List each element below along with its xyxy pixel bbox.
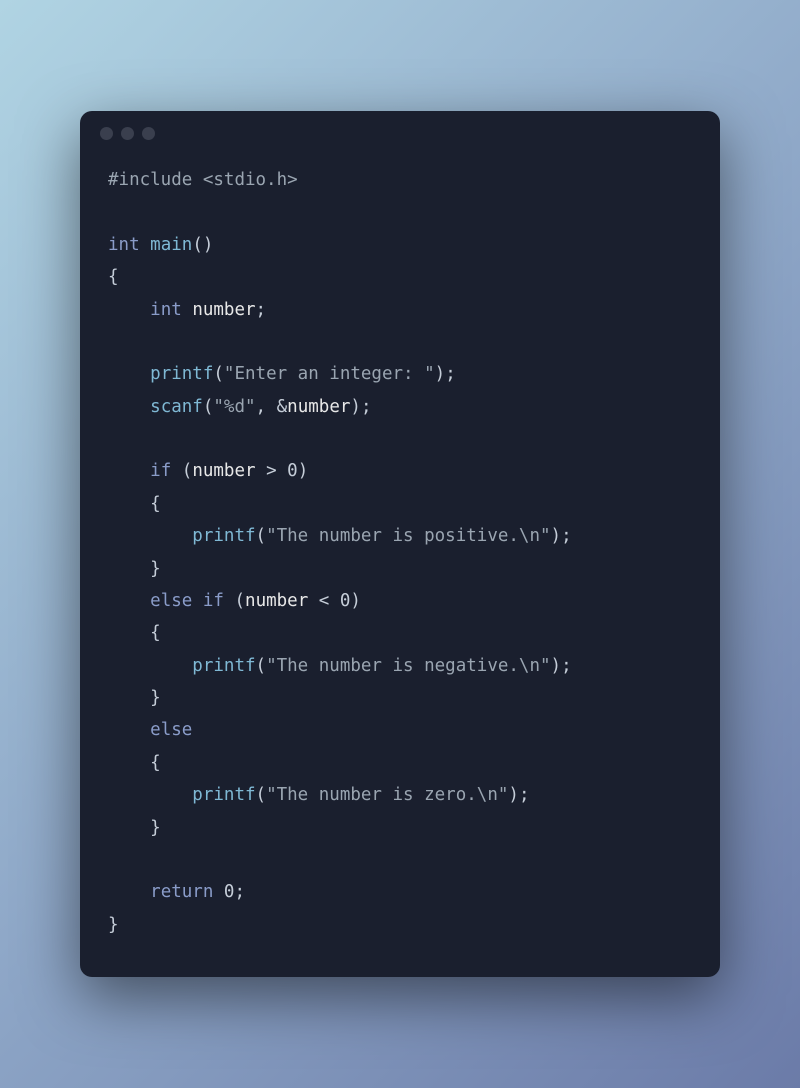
code-window: #include <stdio.h> int main() { int numb… <box>80 111 720 977</box>
code-token: ) <box>350 397 361 417</box>
code-token: ) <box>551 656 562 676</box>
code-token: if <box>203 591 224 611</box>
code-token: "The number is zero.\n" <box>266 785 508 805</box>
code-token <box>108 559 150 579</box>
minimize-icon[interactable] <box>121 127 134 140</box>
code-token: } <box>150 688 161 708</box>
code-token: "The number is negative.\n" <box>266 656 550 676</box>
code-token: } <box>150 818 161 838</box>
code-token: } <box>108 915 119 935</box>
close-icon[interactable] <box>100 127 113 140</box>
code-token <box>140 235 151 255</box>
code-token: 0 <box>224 882 235 902</box>
code-token <box>171 461 182 481</box>
code-token <box>224 591 235 611</box>
code-token: ) <box>551 526 562 546</box>
code-token: ( <box>234 591 245 611</box>
code-token: int <box>150 300 182 320</box>
code-token: ) <box>435 364 446 384</box>
code-token <box>192 591 203 611</box>
code-token: else <box>150 591 192 611</box>
code-token: 0 <box>287 461 298 481</box>
code-token: , <box>256 397 277 417</box>
code-token: ; <box>234 882 245 902</box>
code-token: { <box>150 753 161 773</box>
code-token <box>108 753 150 773</box>
code-token <box>108 397 150 417</box>
code-token: ; <box>561 526 572 546</box>
code-token <box>108 688 150 708</box>
code-token: < <box>308 591 340 611</box>
code-token: number <box>245 591 308 611</box>
code-token: ( <box>213 364 224 384</box>
code-token: "The number is positive.\n" <box>266 526 550 546</box>
code-block[interactable]: #include <stdio.h> int main() { int numb… <box>108 164 692 941</box>
code-token: number <box>192 461 255 481</box>
code-token <box>108 818 150 838</box>
code-token: printf <box>192 656 255 676</box>
code-token <box>213 882 224 902</box>
code-token: int <box>108 235 140 255</box>
code-token: 0 <box>340 591 351 611</box>
code-token: printf <box>192 526 255 546</box>
code-token: ( <box>256 526 267 546</box>
code-token: printf <box>192 785 255 805</box>
code-token <box>108 526 192 546</box>
code-token: number <box>287 397 350 417</box>
code-token: return <box>150 882 213 902</box>
code-token: "Enter an integer: " <box>224 364 435 384</box>
code-token <box>108 461 150 481</box>
window-titlebar <box>80 111 720 148</box>
code-token <box>108 882 150 902</box>
code-token: "%d" <box>213 397 255 417</box>
code-token: ; <box>445 364 456 384</box>
code-token: ( <box>203 397 214 417</box>
code-token <box>108 300 150 320</box>
code-token: > <box>256 461 288 481</box>
code-token: { <box>108 267 119 287</box>
code-token: scanf <box>150 397 203 417</box>
code-token: ) <box>508 785 519 805</box>
code-token <box>108 591 150 611</box>
code-token: #include <box>108 170 192 190</box>
code-token: & <box>277 397 288 417</box>
code-token: } <box>150 559 161 579</box>
code-token: ; <box>256 300 267 320</box>
code-token: else <box>150 720 192 740</box>
code-token: ; <box>519 785 530 805</box>
code-container: #include <stdio.h> int main() { int numb… <box>80 148 720 977</box>
code-token: { <box>150 494 161 514</box>
code-token: number <box>192 300 255 320</box>
code-token <box>108 656 192 676</box>
code-token: <stdio.h> <box>203 170 298 190</box>
code-token: ; <box>561 656 572 676</box>
code-token: main <box>150 235 192 255</box>
code-token: ) <box>350 591 361 611</box>
code-token: ; <box>361 397 372 417</box>
code-token <box>108 364 150 384</box>
code-token: printf <box>150 364 213 384</box>
code-token: if <box>150 461 171 481</box>
code-token: ( <box>182 461 193 481</box>
code-token <box>108 623 150 643</box>
code-token: ( <box>256 785 267 805</box>
code-token <box>182 300 193 320</box>
maximize-icon[interactable] <box>142 127 155 140</box>
code-token <box>108 494 150 514</box>
code-token: ) <box>298 461 309 481</box>
code-token <box>108 720 150 740</box>
code-token: { <box>150 623 161 643</box>
code-token: ( <box>256 656 267 676</box>
code-token <box>108 785 192 805</box>
code-token: () <box>192 235 213 255</box>
code-token <box>192 170 203 190</box>
